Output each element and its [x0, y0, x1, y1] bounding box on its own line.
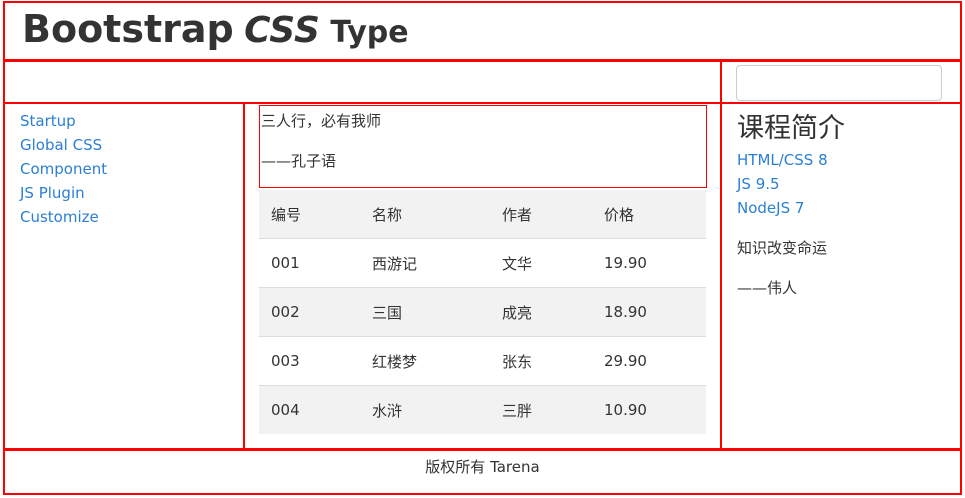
cell-price: 18.90 [592, 287, 706, 337]
course-item: HTML/CSS 8 [737, 148, 828, 172]
sidebar-item-global-css: Global CSS [20, 133, 107, 157]
cell-price: 19.90 [592, 238, 706, 288]
cell-author: 文华 [490, 238, 592, 288]
course-item: JS 9.5 [737, 172, 828, 196]
sidebar-link-component[interactable]: Component [20, 160, 107, 178]
search-input[interactable] [736, 65, 942, 101]
cell-name: 三国 [360, 287, 490, 337]
table-row: 001 西游记 文华 19.90 [259, 238, 706, 288]
col-header-name: 名称 [372, 205, 403, 224]
quote-text: 三人行，必有我师 [261, 112, 382, 130]
cell-id: 003 [259, 336, 360, 386]
cell-name: 西游记 [360, 238, 490, 288]
cell-author: 成亮 [490, 287, 592, 337]
sidebar-nav: Startup Global CSS Component JS Plugin C… [20, 109, 107, 229]
page-footer: 版权所有 Tarena [3, 449, 962, 495]
sidebar-link-js-plugin[interactable]: JS Plugin [20, 184, 85, 202]
copyright-text: 版权所有 Tarena [425, 458, 540, 476]
cell-price: 29.90 [592, 336, 706, 386]
col-header-price: 价格 [604, 205, 635, 224]
course-list: HTML/CSS 8 JS 9.5 NodeJS 7 [737, 148, 828, 220]
sidebar-item-component: Component [20, 157, 107, 181]
book-table: 编号 名称 作者 价格 001 西游记 文华 19.90 002 三国 成亮 1… [259, 190, 706, 434]
main-content: 三人行，必有我师 ——孔子语 编号 名称 作者 价格 001 西游记 文华 19… [243, 102, 722, 450]
table-row: 004 水浒 三胖 10.90 [259, 385, 706, 434]
table-row: 002 三国 成亮 18.90 [259, 287, 706, 337]
table-header-row: 编号 名称 作者 价格 [259, 190, 706, 239]
cell-id: 001 [259, 238, 360, 288]
sidebar-link-startup[interactable]: Startup [20, 112, 76, 130]
sidebar-link-global-css[interactable]: Global CSS [20, 136, 102, 154]
title-bold: Bootstrap [22, 7, 234, 51]
sidebar: Startup Global CSS Component JS Plugin C… [3, 102, 245, 450]
title-italic: CSS [244, 10, 320, 51]
page-header: Bootstrap CSS Type [3, 1, 962, 61]
table-row: 003 红楼梦 张东 29.90 [259, 336, 706, 386]
sidebar-item-startup: Startup [20, 109, 107, 133]
aside-title: 课程简介 [737, 113, 845, 144]
cell-name: 水浒 [360, 385, 490, 434]
sidebar-link-customize[interactable]: Customize [20, 208, 99, 226]
course-link-html-css[interactable]: HTML/CSS 8 [737, 151, 828, 169]
aside-quote-source: ——伟人 [737, 279, 798, 297]
course-link-nodejs[interactable]: NodeJS 7 [737, 199, 804, 217]
cell-id: 002 [259, 287, 360, 337]
sidebar-item-js-plugin: JS Plugin [20, 181, 107, 205]
quote-source: ——孔子语 [261, 152, 337, 170]
cell-author: 张东 [490, 336, 592, 386]
aside-panel: 课程简介 HTML/CSS 8 JS 9.5 NodeJS 7 知识改变命运 —… [720, 102, 962, 450]
cell-author: 三胖 [490, 385, 592, 434]
nav-search-area [720, 60, 962, 104]
quote-block: 三人行，必有我师 ——孔子语 [259, 105, 707, 188]
course-item: NodeJS 7 [737, 196, 828, 220]
col-header-id: 编号 [271, 205, 302, 224]
sidebar-item-customize: Customize [20, 205, 107, 229]
title-small: Type [330, 15, 409, 50]
aside-quote-text: 知识改变命运 [737, 239, 828, 257]
cell-id: 004 [259, 385, 360, 434]
cell-name: 红楼梦 [360, 336, 490, 386]
cell-price: 10.90 [592, 385, 706, 434]
page-title: Bootstrap CSS Type [22, 7, 409, 51]
course-link-js[interactable]: JS 9.5 [737, 175, 780, 193]
col-header-author: 作者 [502, 205, 533, 224]
